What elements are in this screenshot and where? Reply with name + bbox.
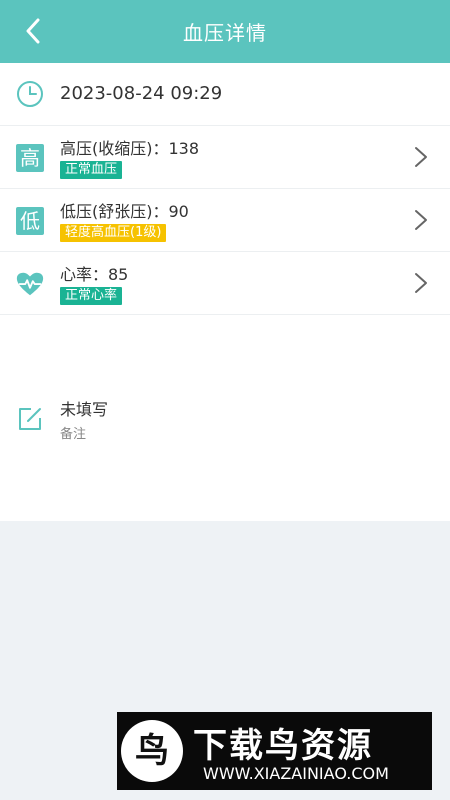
chevron-right-icon[interactable] xyxy=(412,209,430,231)
note-label: 备注 xyxy=(60,427,87,442)
page-title: 血压详情 xyxy=(183,21,267,45)
heartbeat-icon xyxy=(15,269,45,299)
watermark-logo-icon: 鸟 xyxy=(121,720,183,782)
top-bar: 血压详情 xyxy=(0,0,450,63)
systolic-status-badge: 正常血压 xyxy=(60,161,123,179)
edit-icon[interactable] xyxy=(15,404,45,434)
measure-time-row: 2023-08-24 09:29 xyxy=(0,63,450,126)
low-pressure-icon: 低 xyxy=(15,206,45,236)
systolic-value: 高压(收缩压)：138 xyxy=(60,139,200,158)
heart-rate-row[interactable]: 心率：85 正常心率 xyxy=(0,252,450,315)
heart-rate-value: 心率：85 xyxy=(60,265,129,284)
high-pressure-icon: 高 xyxy=(15,143,45,173)
heart-rate-status-badge: 正常心率 xyxy=(60,287,123,305)
measure-time: 2023-08-24 09:29 xyxy=(60,83,223,104)
watermark-url: WWW.XIAZAINIAO.COM xyxy=(203,764,389,783)
note-section[interactable]: 未填写 备注 xyxy=(0,388,450,448)
back-button[interactable] xyxy=(18,16,48,46)
watermark-banner: 鸟 下载鸟资源 WWW.XIAZAINIAO.COM xyxy=(117,712,432,790)
chevron-left-icon xyxy=(26,18,40,44)
clock-icon xyxy=(15,79,45,109)
diastolic-row[interactable]: 低 低压(舒张压)：90 轻度高血压(1级) xyxy=(0,189,450,252)
diastolic-value: 低压(舒张压)：90 xyxy=(60,202,189,221)
chevron-right-icon[interactable] xyxy=(412,146,430,168)
watermark-title: 下载鸟资源 xyxy=(193,726,373,766)
systolic-row[interactable]: 高 高压(收缩压)：138 正常血压 xyxy=(0,126,450,189)
chevron-right-icon[interactable] xyxy=(412,272,430,294)
note-value: 未填写 xyxy=(60,400,109,419)
diastolic-status-badge: 轻度高血压(1级) xyxy=(60,224,167,242)
record-card: 2023-08-24 09:29 高 高压(收缩压)：138 正常血压 低 低压… xyxy=(0,63,450,521)
